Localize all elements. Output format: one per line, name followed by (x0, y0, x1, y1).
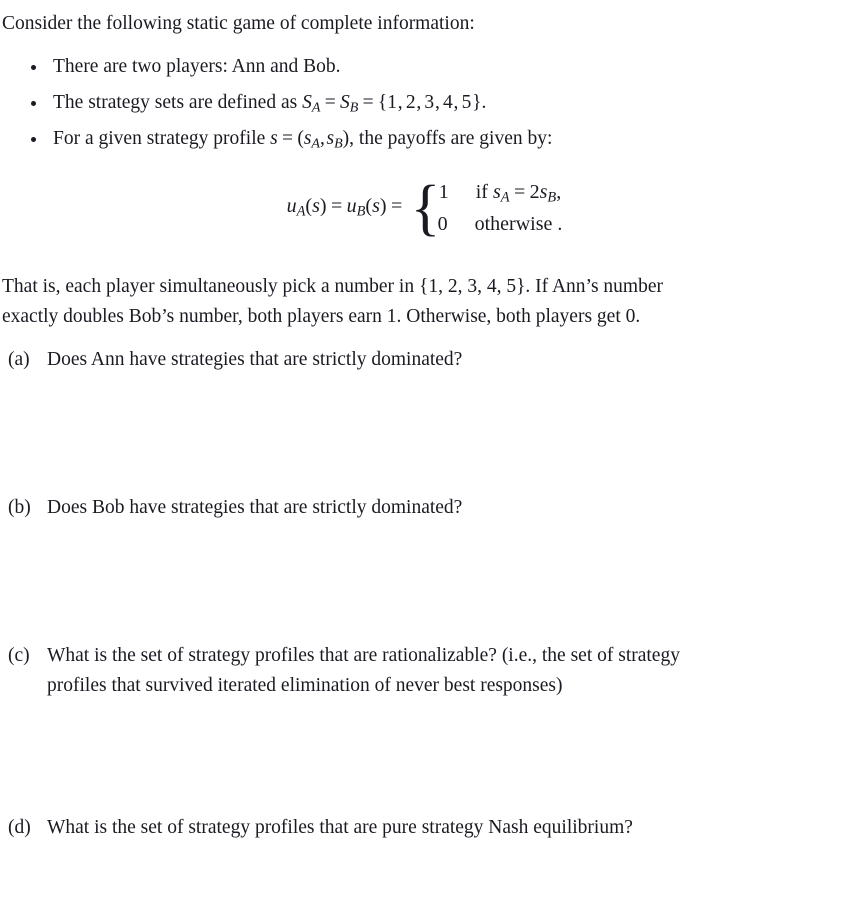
list-item-label: The strategy sets are defined as SA = SB ={… (53, 88, 486, 123)
question-c-line-2: profiles that survived iterated eliminat… (47, 675, 563, 696)
document-page: Consider the following static game of co… (0, 0, 847, 899)
list-item: The strategy sets are defined as SA = SB ={… (0, 88, 847, 124)
question-c-text: What is the set of strategy profiles tha… (47, 641, 820, 701)
intro-sentence: Consider the following static game of co… (2, 13, 475, 34)
question-c-line-1: What is the set of strategy profiles tha… (47, 645, 680, 666)
question-a-text: Does Ann have strategies that are strict… (47, 349, 463, 370)
payoff-intro-suffix: , the payoffs are given by: (349, 128, 553, 149)
question-c-label: (c) (8, 645, 30, 666)
question-d-text: What is the set of strategy profiles tha… (47, 817, 633, 838)
question-a-label: (a) (8, 349, 30, 370)
question-b-text: Does Bob have strategies that are strict… (47, 497, 463, 518)
list-item: There are two players: Ann and Bob. (0, 52, 847, 88)
assumptions-list: There are two players: Ann and Bob. The … (0, 52, 847, 160)
question-d-label: (d) (8, 817, 31, 838)
question-c: (c) What is the set of strategy profiles… (8, 641, 820, 701)
question-b: (b) Does Bob have strategies that are st… (8, 493, 820, 523)
case-condition: otherwise . (474, 213, 563, 235)
strategy-sets-math: SA = SB = {1, 2, 3, 4, 5}. (302, 92, 487, 116)
cases-block: {1 if sA = 2sB, 0 otherwise . (411, 176, 563, 240)
explanation-paragraph: That is, each player simultaneously pick… (2, 272, 818, 332)
paragraph-line-2: exactly doubles Bob’s number, both playe… (2, 306, 641, 327)
list-item-label: There are two players: Ann and Bob. (53, 56, 341, 77)
strategy-sets-prefix: The strategy sets are defined as (53, 92, 303, 113)
payoff-intro-prefix: For a given strategy profile (53, 128, 271, 149)
strategy-profile-math: s = (sA, sB) (270, 128, 350, 152)
left-brace-icon: { (410, 173, 441, 242)
list-item-label: For a given strategy profile s = (sA, sB),… (53, 124, 552, 159)
case-row: 0 otherwise . (433, 208, 563, 240)
list-item: For a given strategy profile s = (sA, sB),… (0, 124, 847, 160)
bullet-dot-icon (31, 65, 36, 70)
question-b-label: (b) (8, 497, 31, 518)
bullet-dot-icon (31, 137, 36, 142)
bullet-dot-icon (31, 101, 36, 106)
paragraph-line-1: That is, each player simultaneously pick… (2, 276, 664, 297)
equation-lhs: uA(s) = uB(s) = (286, 195, 403, 220)
question-d: (d) What is the set of strategy profiles… (8, 813, 820, 843)
case-row: 1 if sA = 2sB, (433, 176, 563, 208)
payoff-equation: uA(s) = uB(s) = {1 if sA = 2sB, 0 otherwise . (0, 176, 847, 240)
question-a: (a) Does Ann have strategies that are st… (8, 345, 820, 375)
